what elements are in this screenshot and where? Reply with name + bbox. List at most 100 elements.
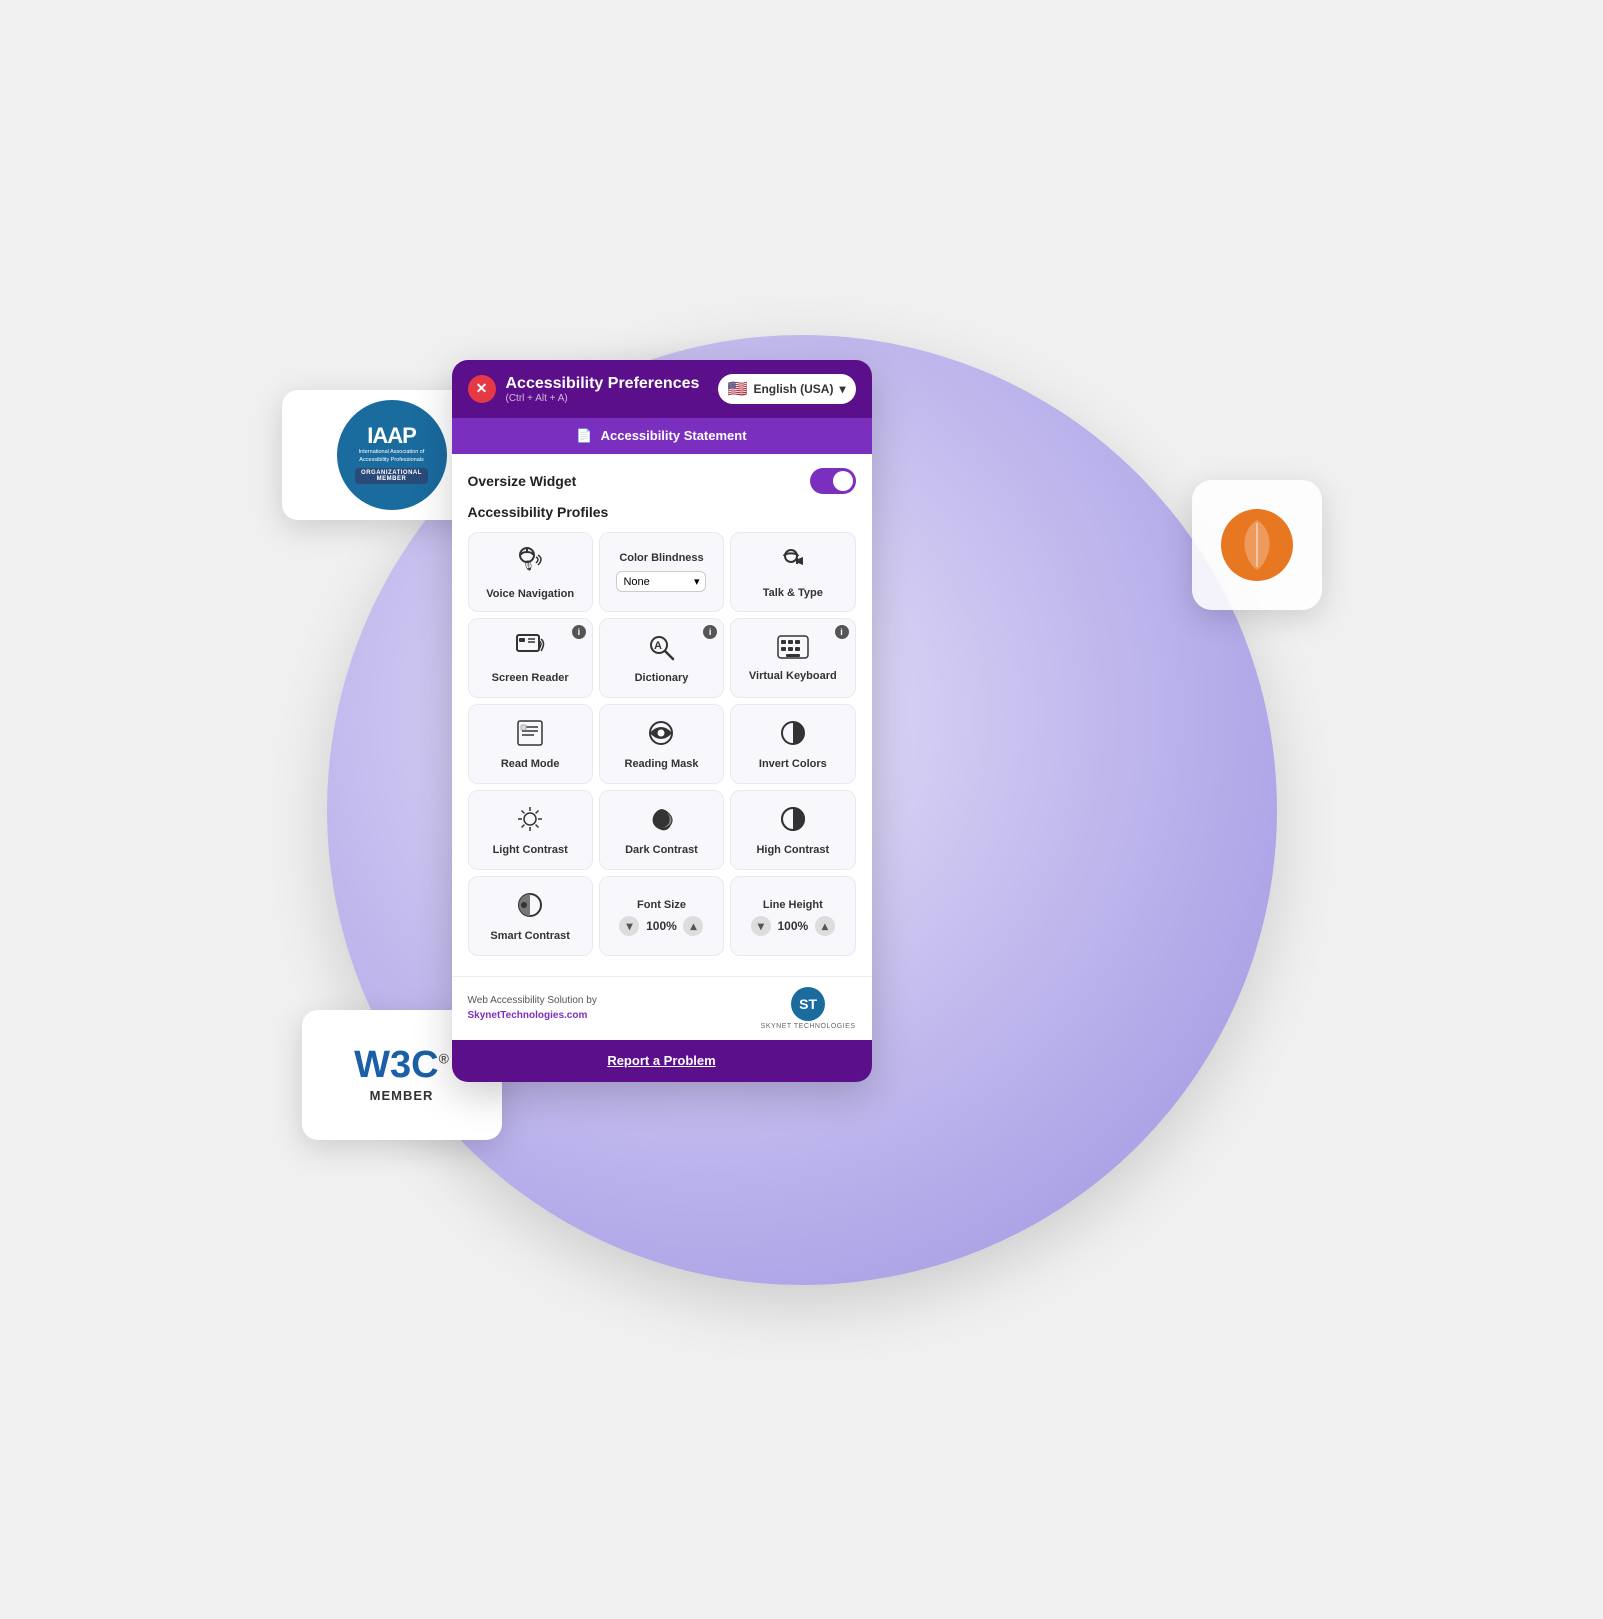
chevron-down-icon: ▾ — [839, 382, 845, 396]
footer-logo-block: ST SKYNET TECHNOLOGIES — [761, 987, 856, 1030]
profiles-top-row: 🎙 Voice Navigation Color Blindness None … — [468, 532, 856, 612]
voice-navigation-label: Voice Navigation — [486, 587, 574, 601]
line-height-up-button[interactable]: ▴ — [815, 916, 835, 936]
read-mode-icon — [516, 719, 544, 751]
smart-contrast-cell[interactable]: Smart Contrast — [468, 876, 593, 956]
light-contrast-icon — [516, 805, 544, 837]
features-row-2: i Screen Reader i — [468, 618, 856, 698]
line-height-down-button[interactable]: ▾ — [751, 916, 771, 936]
iaap-org-label: ORGANIZATIONAL MEMBER — [355, 468, 428, 484]
color-blindness-value: None — [623, 576, 649, 588]
invert-colors-label: Invert Colors — [759, 757, 827, 771]
close-button[interactable]: ✕ — [468, 375, 496, 403]
w3c-member-label: MEMBER — [370, 1088, 434, 1103]
flag-icon: 🇺🇸 — [728, 379, 748, 399]
accessibility-panel: ✕ Accessibility Preferences (Ctrl + Alt … — [452, 360, 872, 1082]
panel-header-left: ✕ Accessibility Preferences (Ctrl + Alt … — [468, 374, 700, 404]
accessibility-statement-bar[interactable]: 📄 Accessibility Statement — [452, 418, 872, 454]
statement-label: Accessibility Statement — [601, 428, 747, 443]
footer-credit: Web Accessibility Solution by SkynetTech… — [468, 993, 597, 1023]
svg-text:🎙: 🎙 — [522, 560, 535, 572]
features-row-5: Smart Contrast Font Size ▾ 100% ▴ Line H… — [468, 876, 856, 956]
report-problem-label: Report a Problem — [607, 1053, 715, 1068]
oversize-widget-row: Oversize Widget — [468, 468, 856, 494]
read-mode-cell[interactable]: Read Mode — [468, 704, 593, 784]
talk-type-label: Talk & Type — [763, 586, 823, 600]
font-size-stepper: ▾ 100% ▴ — [619, 916, 703, 936]
virtual-keyboard-cell[interactable]: i Virtual Keyboard — [730, 618, 855, 698]
dark-contrast-icon — [647, 805, 675, 837]
line-height-stepper: ▾ 100% ▴ — [751, 916, 835, 936]
high-contrast-cell[interactable]: High Contrast — [730, 790, 855, 870]
light-contrast-cell[interactable]: Light Contrast — [468, 790, 593, 870]
line-height-cell[interactable]: Line Height ▾ 100% ▴ — [730, 876, 855, 956]
reading-mask-cell[interactable]: Reading Mask — [599, 704, 724, 784]
screen-reader-label: Screen Reader — [492, 671, 569, 685]
st-logo: ST — [791, 987, 825, 1021]
virtual-keyboard-label: Virtual Keyboard — [749, 669, 837, 683]
font-size-value: 100% — [643, 919, 679, 933]
virtual-keyboard-icon — [777, 635, 809, 663]
panel-footer: Web Accessibility Solution by SkynetTech… — [452, 976, 872, 1040]
light-contrast-label: Light Contrast — [493, 843, 568, 857]
panel-shortcut: (Ctrl + Alt + A) — [506, 393, 700, 404]
color-blindness-select[interactable]: None ▾ — [616, 571, 706, 592]
panel-title: Accessibility Preferences — [506, 374, 700, 393]
panel-body: Oversize Widget Accessibility Profiles — [452, 454, 872, 976]
invert-colors-icon — [779, 719, 807, 751]
features-row-4: Light Contrast Dark Contrast — [468, 790, 856, 870]
screen-reader-info[interactable]: i — [572, 625, 586, 639]
dictionary-label: Dictionary — [635, 671, 689, 685]
screen-reader-cell[interactable]: i Screen Reader — [468, 618, 593, 698]
dictionary-icon: A — [647, 633, 675, 665]
oversize-widget-toggle[interactable] — [810, 468, 856, 494]
high-contrast-icon — [779, 805, 807, 837]
font-size-up-button[interactable]: ▴ — [683, 916, 703, 936]
smart-contrast-icon — [516, 891, 544, 923]
voice-navigation-icon: 🎙 — [514, 545, 546, 581]
talk-type-icon — [778, 546, 808, 580]
footer-link[interactable]: SkynetTechnologies.com — [468, 1010, 588, 1021]
dark-contrast-label: Dark Contrast — [625, 843, 698, 857]
invert-colors-cell[interactable]: Invert Colors — [730, 704, 855, 784]
report-problem-bar[interactable]: Report a Problem — [452, 1040, 872, 1082]
w3c-registered: ® — [439, 1050, 449, 1066]
profiles-label: Accessibility Profiles — [468, 504, 856, 520]
toggle-knob — [833, 471, 853, 491]
iaap-title: IAAP — [367, 425, 416, 447]
line-height-label: Line Height — [763, 898, 823, 912]
lang-label: English (USA) — [753, 382, 833, 396]
statement-icon: 📄 — [576, 428, 592, 444]
panel-header: ✕ Accessibility Preferences (Ctrl + Alt … — [452, 360, 872, 418]
iaap-badge: IAAP International Association of Access… — [337, 400, 447, 510]
high-contrast-label: High Contrast — [756, 843, 829, 857]
screen-reader-icon — [515, 633, 545, 665]
oversize-widget-label: Oversize Widget — [468, 473, 577, 489]
svg-text:A: A — [654, 640, 662, 652]
footer-text-line1: Web Accessibility Solution by — [468, 993, 597, 1008]
color-blindness-label: Color Blindness — [619, 551, 703, 565]
dictionary-cell[interactable]: i A Dictionary — [599, 618, 724, 698]
font-size-label: Font Size — [637, 898, 686, 912]
talk-type-cell[interactable]: Talk & Type — [730, 532, 855, 612]
iaap-subtitle: International Association of Accessibili… — [345, 449, 439, 463]
color-blindness-cell[interactable]: Color Blindness None ▾ — [599, 532, 724, 612]
font-size-down-button[interactable]: ▾ — [619, 916, 639, 936]
voice-navigation-cell[interactable]: 🎙 Voice Navigation — [468, 532, 593, 612]
w3c-logo: W3C® — [354, 1046, 449, 1084]
line-height-value: 100% — [775, 919, 811, 933]
st-logo-sub: SKYNET TECHNOLOGIES — [761, 1023, 856, 1030]
read-mode-label: Read Mode — [501, 757, 560, 771]
smart-contrast-label: Smart Contrast — [490, 929, 569, 943]
leaf-card — [1192, 480, 1322, 610]
features-row-3: Read Mode Reading Mask — [468, 704, 856, 784]
color-blindness-chevron: ▾ — [694, 575, 700, 588]
language-selector[interactable]: 🇺🇸 English (USA) ▾ — [718, 374, 856, 404]
dictionary-info[interactable]: i — [703, 625, 717, 639]
leaf-icon — [1217, 505, 1297, 585]
font-size-cell[interactable]: Font Size ▾ 100% ▴ — [599, 876, 724, 956]
virtual-keyboard-info[interactable]: i — [835, 625, 849, 639]
reading-mask-icon — [647, 719, 675, 751]
dark-contrast-cell[interactable]: Dark Contrast — [599, 790, 724, 870]
panel-title-block: Accessibility Preferences (Ctrl + Alt + … — [506, 374, 700, 404]
